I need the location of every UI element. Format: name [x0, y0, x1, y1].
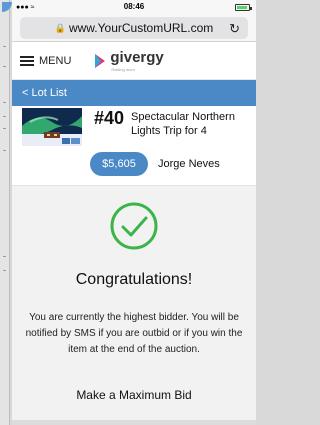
checkmark-icon	[110, 202, 158, 250]
hamburger-icon	[20, 55, 34, 66]
current-bid-badge: $5,605	[90, 152, 148, 176]
status-bar: ●●● ≈ 08:46	[12, 0, 256, 14]
brand-tagline: Raising more	[111, 67, 135, 72]
url-text: www.YourCustomURL.com	[68, 21, 214, 35]
phone-screen: ●●● ≈ 08:46 🔒 www.YourCustomURL.com ↻ ME…	[12, 0, 256, 425]
lot-image[interactable]	[22, 108, 82, 146]
adjacent-window-edge	[0, 0, 12, 425]
menu-label: MENU	[39, 54, 72, 67]
menu-button[interactable]: MENU	[20, 55, 71, 67]
app-header: MENU givergy Raising more	[12, 42, 256, 80]
lot-summary: #40 Spectacular Northern Lights Trip for…	[12, 106, 256, 186]
congratulations-heading: Congratulations!	[75, 271, 193, 288]
lot-title: Spectacular Northern Lights Trip for 4	[131, 111, 235, 137]
lock-icon: 🔒	[54, 22, 66, 33]
battery-icon	[235, 4, 252, 11]
reload-icon[interactable]: ↻	[229, 21, 240, 37]
givergy-logo	[95, 53, 106, 68]
confirmation-message: You are currently the highest bidder. Yo…	[25, 312, 243, 355]
bid-confirmation: Congratulations! You are currently the h…	[12, 186, 256, 425]
bidder-name: Jorge Neves	[158, 158, 220, 170]
brand-name: givergy	[110, 49, 164, 66]
status-time: 08:46	[123, 2, 145, 11]
back-to-lot-list[interactable]: < Lot List	[12, 80, 256, 106]
browser-toolbar-edge	[12, 420, 256, 425]
back-link-label: < Lot List	[22, 87, 67, 99]
brand-logo[interactable]: givergy Raising more	[93, 49, 164, 72]
screenshot-frame: ●●● ≈ 08:46 🔒 www.YourCustomURL.com ↻ ME…	[0, 0, 256, 425]
url-field[interactable]: 🔒 www.YourCustomURL.com	[20, 17, 248, 39]
lot-number: #40	[94, 108, 125, 128]
browser-address-bar: 🔒 www.YourCustomURL.com ↻	[12, 14, 256, 42]
max-bid-section-title: Make a Maximum Bid	[76, 388, 192, 402]
